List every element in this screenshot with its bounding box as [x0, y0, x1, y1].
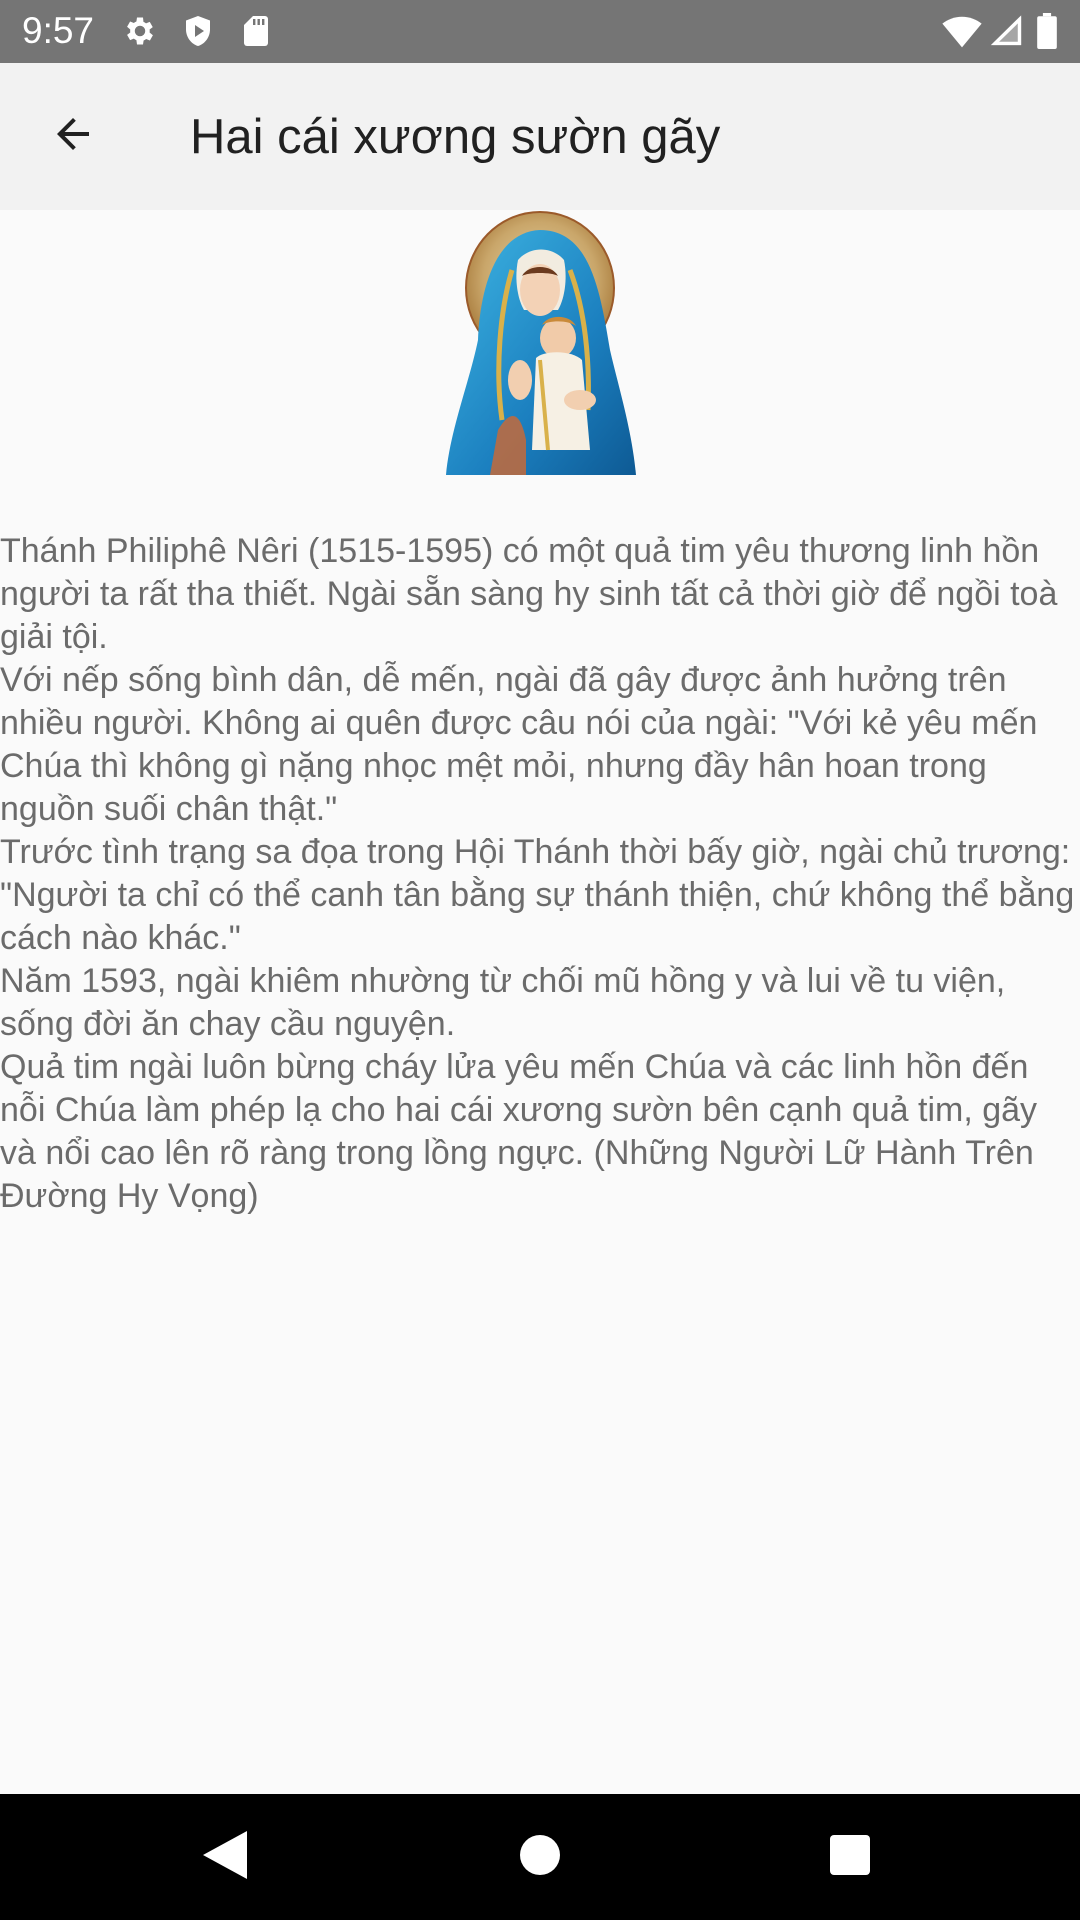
nav-home-icon [520, 1834, 560, 1880]
signal-icon [990, 13, 1026, 49]
gear-icon [122, 13, 158, 49]
page-title: Hai cái xương sườn gãy [190, 110, 721, 164]
navigation-bar [0, 1794, 1080, 1920]
illustration-container [0, 210, 1080, 475]
arrow-back-icon [49, 110, 97, 163]
nav-back-icon [203, 1830, 247, 1884]
sd-card-icon [238, 13, 274, 49]
back-button[interactable] [28, 91, 118, 181]
article-paragraph: Năm 1593, ngài khiêm nhường từ chối mũ h… [0, 962, 1006, 1043]
article-paragraph: Quả tim ngài luôn bừng cháy lửa yêu mến … [0, 1048, 1038, 1215]
status-bar: 9:57 [0, 0, 1080, 63]
article-body: Thánh Philiphê Nêri (1515-1595) có một q… [0, 530, 1075, 1218]
nav-recents-icon [830, 1834, 870, 1880]
nav-recents-button[interactable] [815, 1822, 885, 1892]
nav-back-button[interactable] [190, 1822, 260, 1892]
app-bar: Hai cái xương sườn gãy [0, 63, 1080, 210]
status-time: 9:57 [22, 10, 95, 51]
article-paragraph: Thánh Philiphê Nêri (1515-1595) có một q… [0, 532, 1058, 656]
wifi-icon [942, 13, 982, 49]
article-paragraph: Với nếp sống bình dân, dễ mến, ngài đã g… [0, 661, 1038, 828]
shield-icon [180, 13, 216, 49]
nav-home-button[interactable] [505, 1822, 575, 1892]
madonna-child-image [446, 211, 636, 475]
screen: 9:57 Hai cái xương sườn gãy Thánh Philip… [0, 0, 1080, 1920]
article-paragraph: Trước tình trạng sa đọa trong Hội Thánh … [0, 833, 1075, 957]
battery-icon [1036, 13, 1058, 49]
